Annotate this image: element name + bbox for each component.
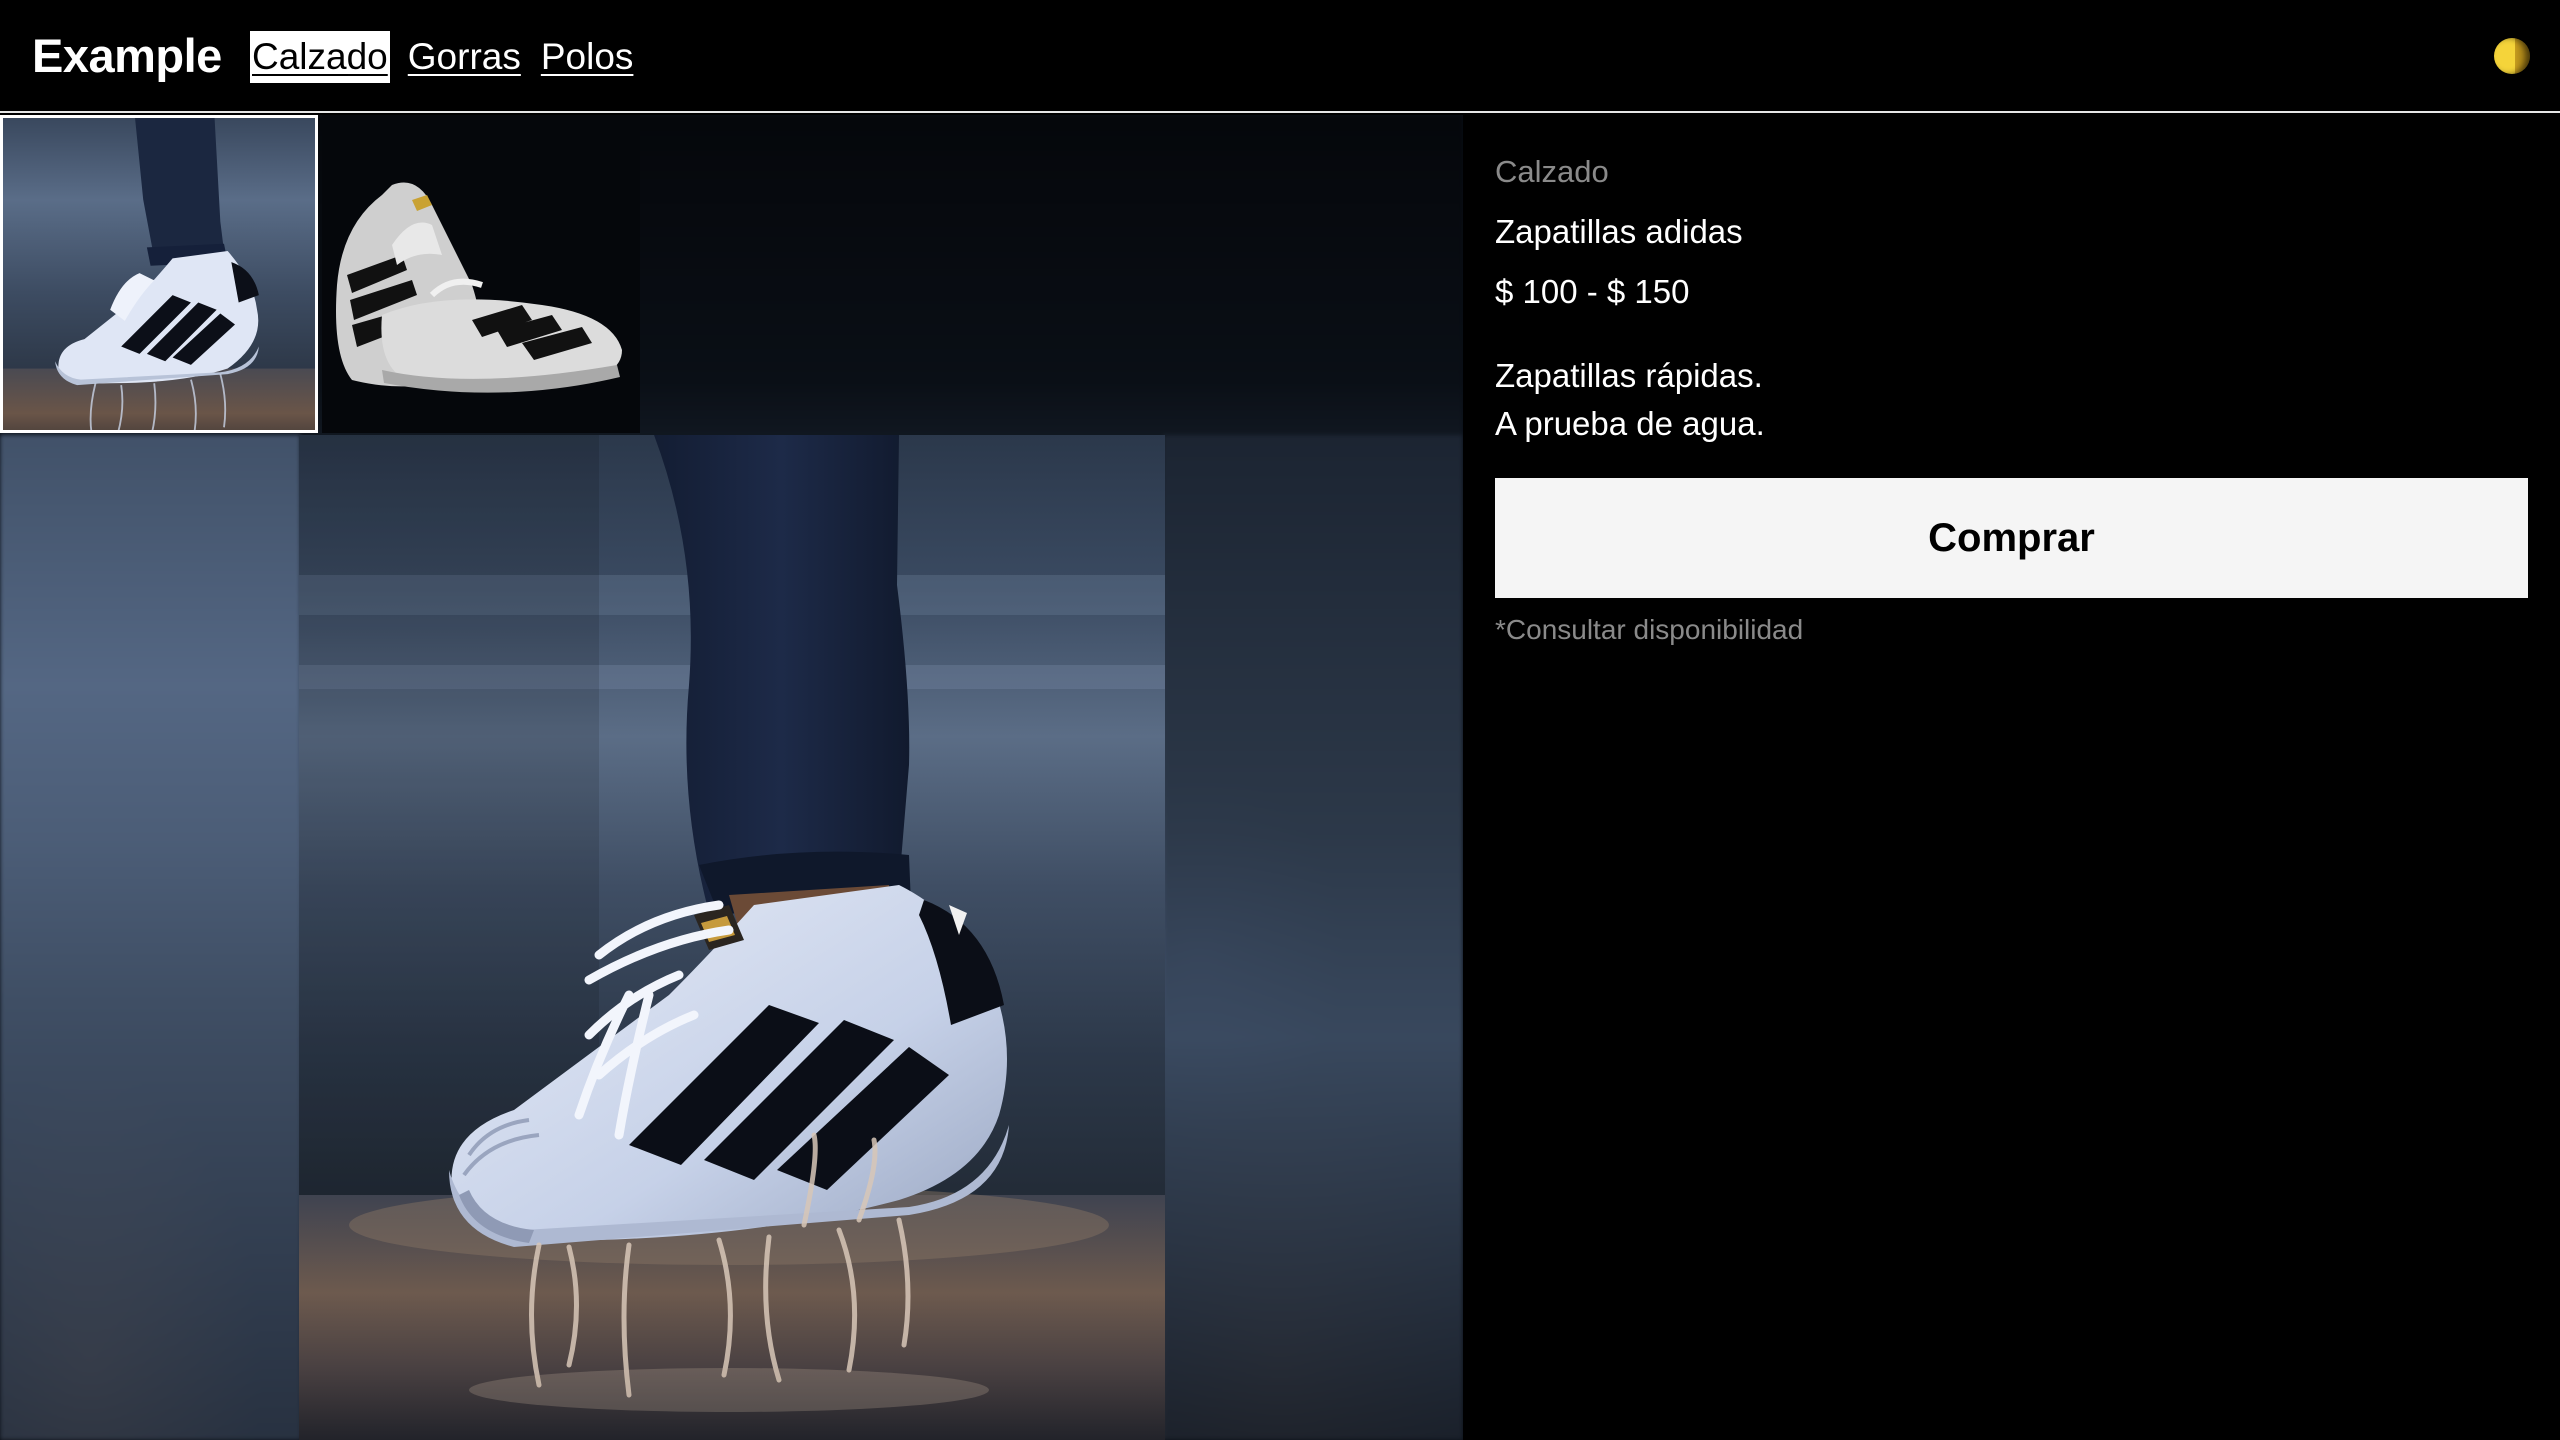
category-nav: Calzado Gorras Polos (250, 31, 635, 83)
product-description: Zapatillas rápidas. A prueba de agua. (1495, 352, 2528, 448)
product-name: Zapatillas adidas (1495, 213, 1743, 250)
nav-item-polos[interactable]: Polos (539, 31, 636, 83)
shoe-splash-photo (299, 435, 1165, 1440)
top-header: Example Calzado Gorras Polos (0, 0, 2560, 113)
description-line: A prueba de agua. (1495, 405, 1765, 442)
nav-item-gorras[interactable]: Gorras (406, 31, 523, 83)
availability-note: *Consultar disponibilidad (1495, 614, 1804, 645)
thumbnail-strip (0, 115, 640, 433)
shoe-pair-photo (322, 115, 640, 433)
main-product-image[interactable] (299, 435, 1165, 1440)
moon-icon[interactable] (2494, 38, 2530, 74)
nav-item-calzado[interactable]: Calzado (250, 31, 390, 83)
product-category: Calzado (1495, 154, 1609, 189)
brand-logo[interactable]: Example (32, 28, 222, 83)
description-line: Zapatillas rápidas. (1495, 357, 1763, 394)
thumbnail-shoe-splash[interactable] (0, 115, 318, 433)
product-gallery (0, 115, 1463, 1440)
product-details-panel: Calzado Zapatillas adidas $ 100 - $ 150 … (1495, 115, 2528, 648)
thumbnail-shoe-pair[interactable] (322, 115, 640, 433)
shoe-splash-photo (0, 115, 318, 433)
product-price: $ 100 - $ 150 (1495, 273, 1690, 310)
buy-button[interactable]: Comprar (1495, 478, 2528, 598)
